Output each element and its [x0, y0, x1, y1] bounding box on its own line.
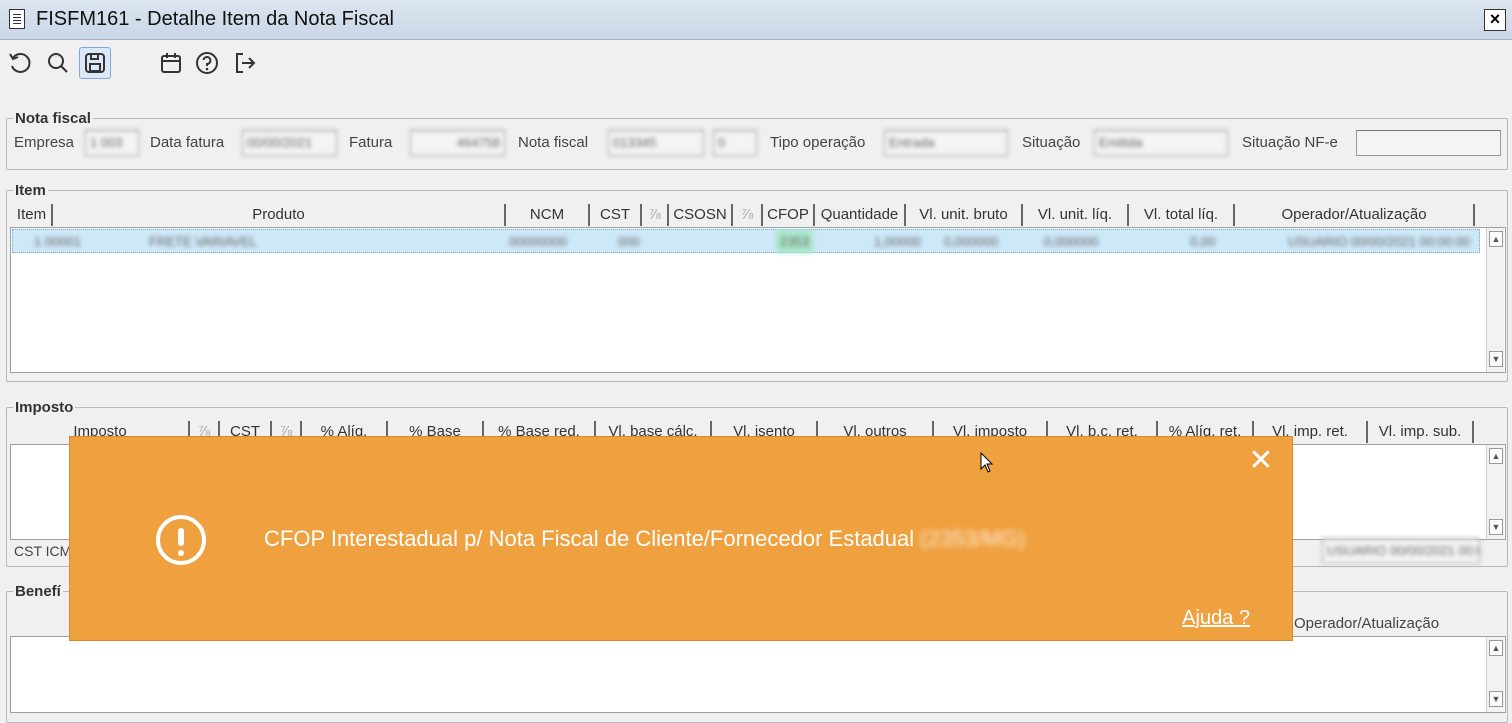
- empresa-label: Empresa: [14, 134, 75, 151]
- toast-message: CFOP Interestadual p/ Nota Fiscal de Cli…: [264, 526, 1025, 552]
- beneficio-grid-body[interactable]: [10, 636, 1506, 713]
- row-cfop: 2353: [776, 230, 813, 253]
- item-grid-header: Item Produto NCM CST ⅞ CSOSN ⅞ CFOP Quan…: [12, 204, 1475, 226]
- scroll-down-icon[interactable]: ▼: [1489, 351, 1503, 367]
- situacao-nfe-label: Situação NF-e: [1242, 134, 1338, 151]
- imposto-operador-field[interactable]: USUARIO 00/00/2021 00:00:00: [1322, 538, 1480, 564]
- col-csosn-filter[interactable]: ⅞: [733, 204, 763, 226]
- col-vl-unit-liq[interactable]: Vl. unit. líq.: [1023, 204, 1129, 226]
- title-bar: FISFM161 - Detalhe Item da Nota Fiscal ×: [0, 0, 1512, 40]
- row-produto: FRETE VARIAVEL: [149, 234, 257, 249]
- row-vl-total-liq: 0,00: [1190, 234, 1216, 249]
- undo-icon[interactable]: [4, 47, 36, 79]
- data-fatura-label: Data fatura: [150, 134, 225, 151]
- row-quantidade: 1,00000: [874, 234, 921, 249]
- situacao-nfe-field[interactable]: [1356, 130, 1501, 156]
- scroll-up-icon[interactable]: ▲: [1489, 231, 1503, 247]
- scroll-up-icon[interactable]: ▲: [1489, 640, 1503, 656]
- calendar-icon[interactable]: [155, 47, 187, 79]
- warning-toast: ✕ CFOP Interestadual p/ Nota Fiscal de C…: [70, 437, 1292, 640]
- row-vl-unit-liq: 0,000000: [1044, 234, 1099, 249]
- beneficio-legend: Benefí: [15, 583, 61, 600]
- help-icon[interactable]: [191, 47, 223, 79]
- col-cfop[interactable]: CFOP: [763, 204, 815, 226]
- scroll-up-icon[interactable]: ▲: [1489, 448, 1503, 464]
- exit-icon[interactable]: [229, 47, 261, 79]
- toast-close-button[interactable]: ✕: [1248, 446, 1274, 476]
- fatura-label: Fatura: [349, 134, 393, 151]
- col-quantidade[interactable]: Quantidade: [815, 204, 906, 226]
- situacao-label: Situação: [1022, 134, 1081, 151]
- col-vl-unit-bruto[interactable]: Vl. unit. bruto: [906, 204, 1023, 226]
- nota-fiscal-field[interactable]: 013345: [608, 130, 704, 156]
- toast-message-code: (2353/MG): [920, 526, 1026, 551]
- col-cst-filter[interactable]: ⅞: [642, 204, 669, 226]
- cst-icms-label: CST ICM: [14, 543, 72, 559]
- mouse-cursor-icon: [980, 452, 994, 473]
- empresa-field[interactable]: 1 003: [85, 130, 139, 156]
- imposto-scrollbar[interactable]: ▲ ▼: [1486, 445, 1504, 539]
- col-item[interactable]: Item: [12, 204, 53, 226]
- scroll-down-icon[interactable]: ▼: [1489, 519, 1503, 535]
- serie-field[interactable]: 0: [713, 130, 757, 156]
- item-legend: Item: [15, 182, 46, 199]
- data-fatura-field[interactable]: 00/00/2021: [242, 130, 337, 156]
- window-title: FISFM161 - Detalhe Item da Nota Fiscal: [36, 8, 394, 30]
- nota-fiscal-label: Nota fiscal: [518, 134, 589, 151]
- fatura-field[interactable]: 464758: [410, 130, 505, 156]
- toast-message-text: CFOP Interestadual p/ Nota Fiscal de Cli…: [264, 526, 915, 551]
- scroll-down-icon[interactable]: ▼: [1489, 691, 1503, 707]
- document-icon: [9, 9, 25, 29]
- row-operador: USUARIO 00/00/2021 00:00:00: [1288, 234, 1471, 249]
- situacao-field[interactable]: Emitida: [1094, 130, 1228, 156]
- col-vl-total-liq[interactable]: Vl. total líq.: [1129, 204, 1235, 226]
- col-csosn[interactable]: CSOSN: [669, 204, 733, 226]
- alert-circle-icon: [156, 515, 206, 565]
- nota-fiscal-legend: Nota fiscal: [15, 110, 91, 127]
- toolbar: [0, 41, 1512, 83]
- row-cst: 000: [618, 234, 640, 249]
- imposto-legend: Imposto: [15, 399, 74, 416]
- search-icon[interactable]: [42, 47, 74, 79]
- window-close-button[interactable]: ×: [1484, 9, 1506, 31]
- item-scrollbar[interactable]: ▲ ▼: [1486, 228, 1504, 372]
- row-item: 1 00001: [34, 234, 81, 249]
- beneficio-operador-col[interactable]: Operador/Atualização: [1294, 615, 1439, 632]
- row-ncm: 00000000: [509, 234, 567, 249]
- col-ncm[interactable]: NCM: [506, 204, 590, 226]
- save-icon[interactable]: [79, 47, 111, 79]
- col-produto[interactable]: Produto: [53, 204, 506, 226]
- tipo-operacao-label: Tipo operação: [770, 134, 866, 151]
- col-vl-imp-sub[interactable]: Vl. imp. sub.: [1368, 421, 1474, 443]
- toast-help-link[interactable]: Ajuda ?: [1182, 607, 1250, 630]
- beneficio-scrollbar[interactable]: ▲ ▼: [1486, 637, 1504, 712]
- col-cst[interactable]: CST: [590, 204, 642, 226]
- col-operador[interactable]: Operador/Atualização: [1235, 204, 1475, 226]
- tipo-operacao-field[interactable]: Entrada: [884, 130, 1008, 156]
- row-vl-unit-bruto: 0,000000: [944, 234, 999, 249]
